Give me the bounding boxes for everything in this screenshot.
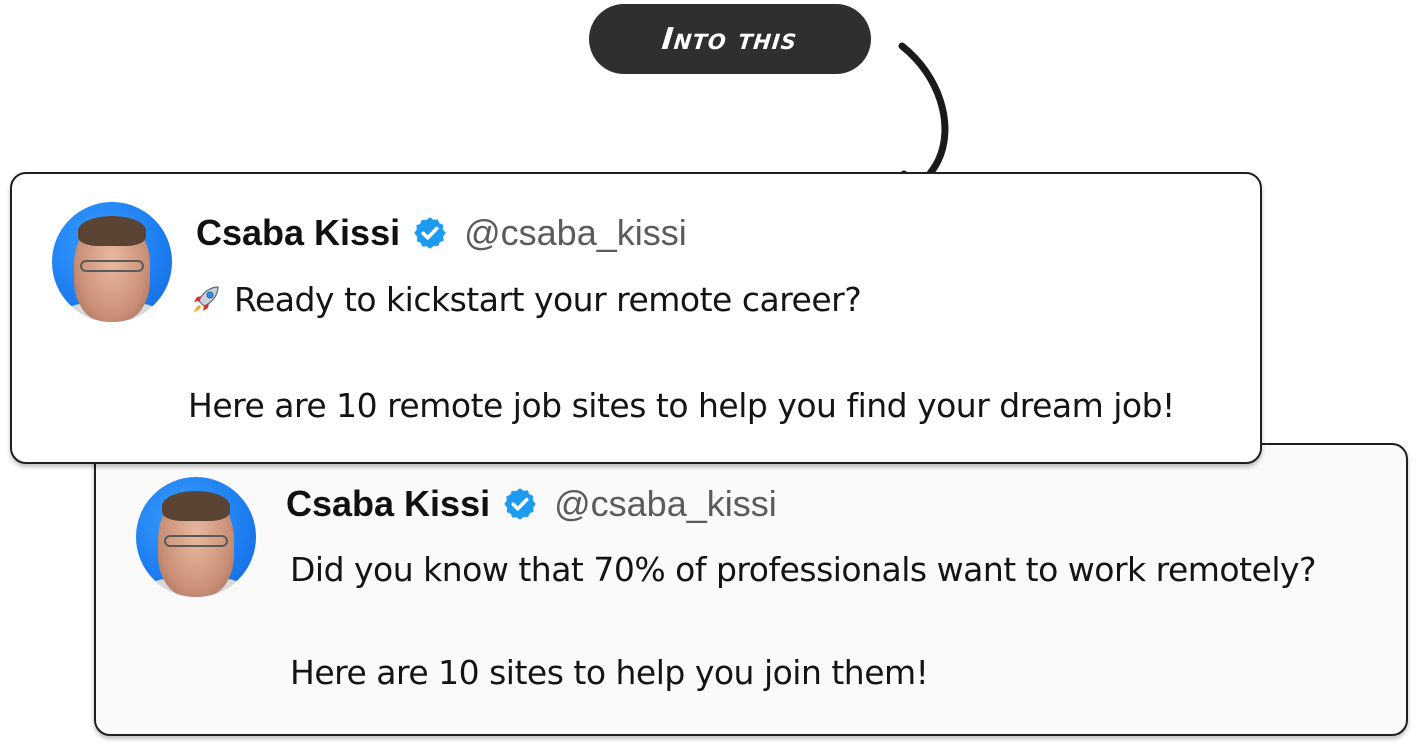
- tweet-card-primary: Csaba Kissi @csaba_kissi Ready to kickst…: [10, 172, 1262, 464]
- author-name: Csaba Kissi: [196, 212, 401, 253]
- into-this-label: Into this: [589, 4, 871, 74]
- rocket-icon: [194, 286, 219, 312]
- stage: Into this Csaba Kissi @csaba_kissi Did y…: [0, 0, 1416, 754]
- verified-badge-icon: [414, 217, 446, 249]
- into-this-text: Into this: [660, 21, 800, 57]
- tweet-text-line-1: Did you know that 70% of professionals w…: [290, 550, 1317, 589]
- tweet-card-secondary: Csaba Kissi @csaba_kissi Did you know th…: [94, 443, 1408, 736]
- verified-badge-icon: [504, 488, 536, 520]
- author-handle: @csaba_kissi: [554, 483, 777, 524]
- avatar: [52, 202, 172, 322]
- tweet-text-line-1: Ready to kickstart your remote career?: [188, 280, 862, 319]
- tweet-header: Csaba Kissi @csaba_kissi: [286, 483, 777, 525]
- avatar: [136, 477, 256, 597]
- tweet-text-line-2: Here are 10 sites to help you join them!: [290, 653, 929, 692]
- author-name: Csaba Kissi: [286, 483, 491, 524]
- tweet-text: Ready to kickstart your remote career?: [234, 280, 862, 319]
- author-handle: @csaba_kissi: [464, 212, 687, 253]
- tweet-header: Csaba Kissi @csaba_kissi: [196, 212, 687, 254]
- tweet-text-line-2: Here are 10 remote job sites to help you…: [188, 386, 1175, 425]
